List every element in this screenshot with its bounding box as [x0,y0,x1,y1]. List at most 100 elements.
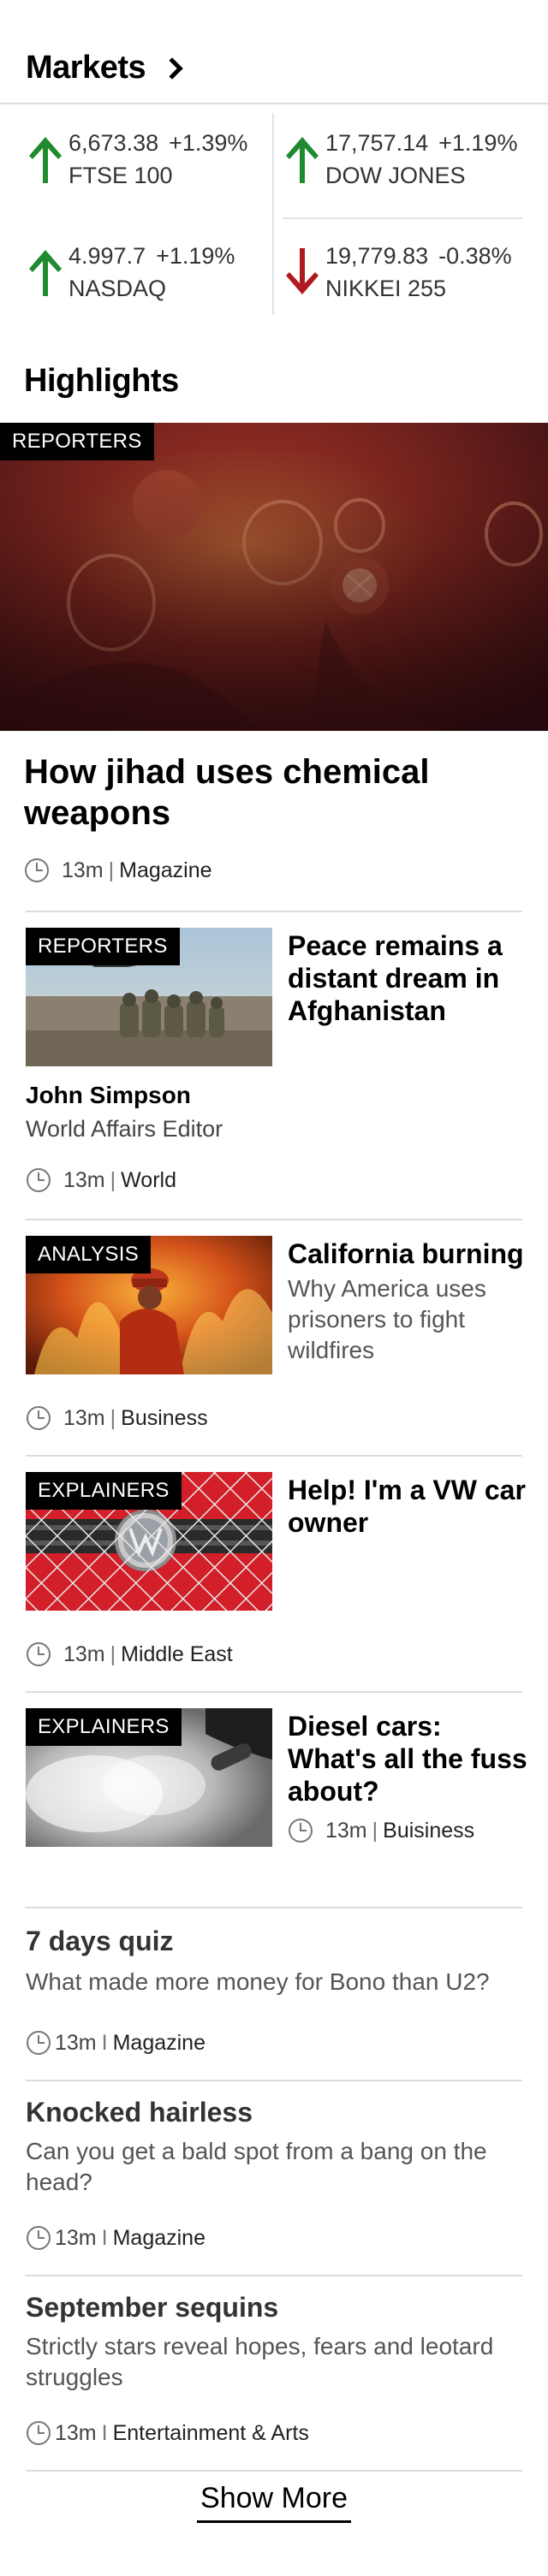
story-section-link[interactable]: Magazine [113,2226,206,2251]
clock-icon [26,2420,51,2446]
story-time: 13m [55,2030,97,2055]
story-meta: 13m I Magazine [26,2225,206,2251]
clock-icon [288,1818,313,1843]
meta-separator: | [108,858,115,882]
story-time: 13m [55,2225,97,2250]
chevron-right-icon [161,56,183,80]
story-author-role: World Affairs Editor [26,1116,223,1142]
market-nasdaq[interactable]: 4.997.7 +1.19% NASDAQ [26,217,274,320]
hero-headline[interactable]: How jihad uses chemical weapons [24,751,529,834]
clock-icon [26,1167,51,1193]
market-value: 4.997.7 [68,243,146,269]
story-summary: Why America uses prisoners to fight wild… [288,1275,486,1363]
story-tag: ANALYSIS [26,1236,152,1273]
story-tag: EXPLAINERS [26,1708,182,1746]
story-headline[interactable]: 7 days quiz [26,1926,174,1957]
markets-header[interactable]: Markets [26,50,183,86]
story-meta: 13m I Entertainment & Arts [26,2420,309,2446]
arrow-up-icon [26,246,65,298]
highlights-title: Highlights [24,363,179,399]
story-section-link[interactable]: Buisiness [383,1819,474,1843]
story-section-link[interactable]: Magazine [119,858,211,883]
market-change: -0.38% [438,243,512,269]
market-change: +1.19% [438,130,518,156]
story-tag: EXPLAINERS [26,1472,182,1510]
story-thumbnail[interactable]: ANALYSIS [26,1236,272,1374]
story-time: 13m [55,2420,97,2445]
arrow-up-icon [283,134,322,185]
story-time: 13m [325,1818,367,1843]
arrow-up-icon [26,134,65,185]
clock-icon [26,2225,51,2251]
market-name: NIKKEI 255 [325,276,447,301]
story-summary: What made more money for Bono than U2? [26,1968,490,1995]
story-headline[interactable]: Help! I'm a VW car owner [288,1474,527,1539]
divider [26,1907,522,1908]
market-value: 17,757.14 [325,130,429,156]
story-headline[interactable]: September sequins [26,2292,278,2324]
gas-mask-photo [0,423,548,731]
story-section-link[interactable]: Middle East [121,1642,233,1667]
story-time: 13m [63,1405,105,1430]
story-headline[interactable]: Diesel cars: What's all the fuss about? [288,1710,527,1807]
markets-grid: 6,673.38 +1.39% FTSE 100 17,757.14 +1.19% … [0,104,548,315]
arrow-down-icon [283,246,322,298]
divider [26,2080,522,2081]
story-summary: Strictly stars reveal hopes, fears and l… [26,2333,494,2390]
story-meta: 13m I Magazine [26,2030,206,2056]
clock-icon [26,1641,51,1667]
show-more-button[interactable]: Show More [197,2482,351,2523]
story-tag: REPORTERS [26,928,180,965]
story-time: 13m [62,858,104,882]
story-meta: 13m | World [26,1167,176,1193]
story-meta: 13m | Middle East [26,1641,233,1667]
story-thumbnail[interactable]: EXPLAINERS [26,1472,272,1611]
story-meta: 13m | Business [26,1405,208,1431]
divider [26,2275,522,2276]
story-time: 13m [63,1641,105,1666]
story-summary: Can you get a bald spot from a bang on t… [26,2138,487,2195]
story-section-link[interactable]: Business [121,1406,207,1431]
divider [26,1691,522,1693]
meta-separator: | [110,1405,116,1430]
market-change: +1.19% [156,243,235,269]
story-meta: 13m | Buisiness [288,1818,474,1843]
story-thumbnail[interactable]: REPORTERS [26,928,272,1066]
meta-separator: | [110,1167,116,1192]
clock-icon [26,2030,51,2056]
story-author: John Simpson [26,1082,191,1108]
meta-separator: I [101,2225,108,2250]
market-value: 19,779.83 [325,243,429,269]
divider [26,1455,522,1457]
divider [26,911,522,912]
market-name: NASDAQ [68,276,167,301]
market-dow-jones[interactable]: 17,757.14 +1.19% DOW JONES [283,104,531,207]
meta-separator: | [372,1818,378,1843]
market-value: 6,673.38 [68,130,159,156]
story-headline[interactable]: California burning [288,1238,527,1270]
clock-icon [24,858,50,883]
hero-tag: REPORTERS [0,423,154,460]
show-more-container: Show More [0,2482,548,2523]
story-headline[interactable]: Peace remains a distant dream in Afghani… [288,929,527,1027]
story-thumbnail[interactable]: EXPLAINERS [26,1708,272,1847]
market-ftse[interactable]: 6,673.38 +1.39% FTSE 100 [26,104,274,207]
market-name: DOW JONES [325,163,466,188]
story-time: 13m [63,1167,105,1192]
story-headline[interactable]: Knocked hairless [26,2097,253,2128]
divider [26,2470,522,2472]
story-section-link[interactable]: World [121,1168,176,1193]
divider [26,1219,522,1220]
market-change: +1.39% [169,130,248,156]
markets-title: Markets [26,50,146,86]
market-name: FTSE 100 [68,163,173,188]
story-section-link[interactable]: Magazine [113,2031,206,2056]
hero-meta: 13m | Magazine [24,858,212,883]
meta-separator: | [110,1641,116,1666]
meta-separator: I [101,2030,108,2055]
meta-separator: I [101,2420,108,2445]
market-nikkei[interactable]: 19,779.83 -0.38% NIKKEI 255 [283,217,531,320]
hero-image[interactable]: REPORTERS [0,423,548,731]
story-section-link[interactable]: Entertainment & Arts [113,2421,309,2446]
clock-icon [26,1405,51,1431]
